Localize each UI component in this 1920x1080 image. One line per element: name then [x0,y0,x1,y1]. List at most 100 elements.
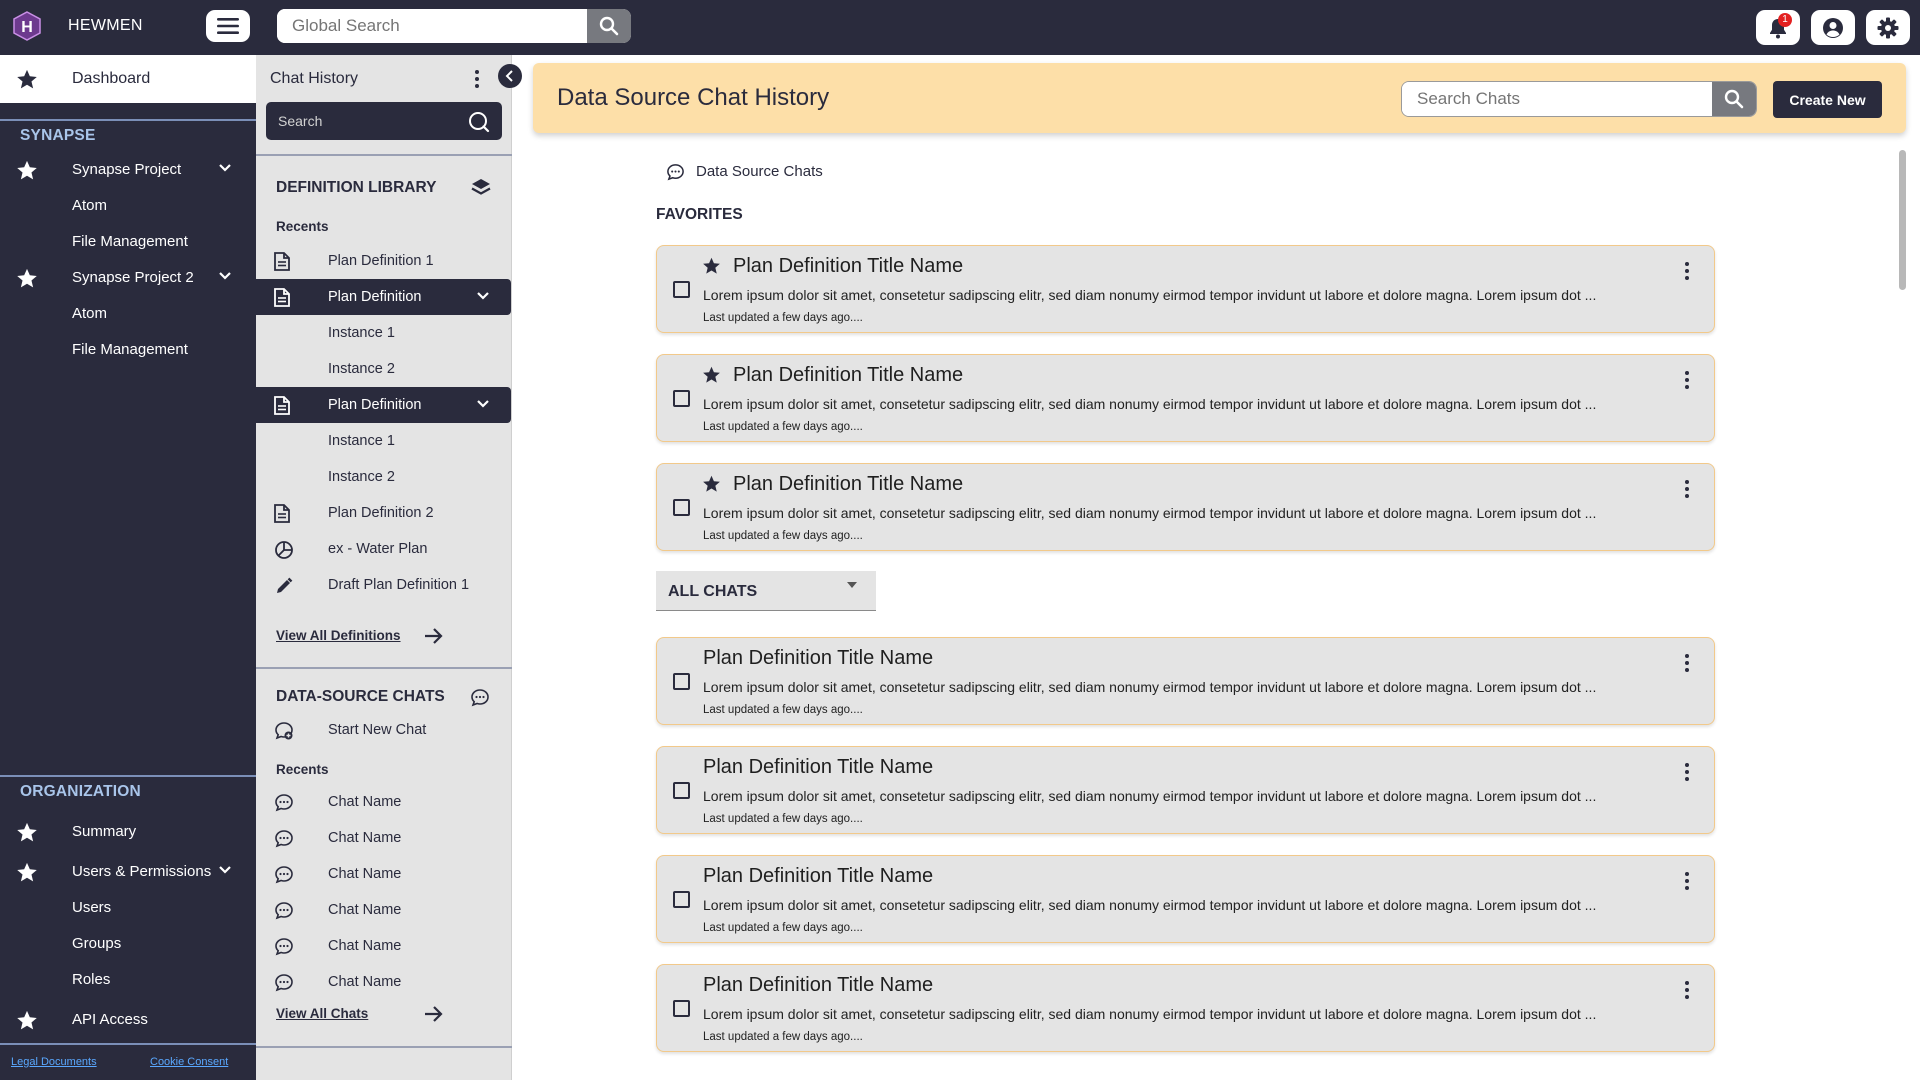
nav-item-roles[interactable]: Roles [0,965,256,995]
select-checkbox[interactable] [673,782,690,799]
chat-card[interactable]: Plan Definition Title Name Lorem ipsum d… [656,746,1715,834]
chat-item[interactable]: Chat Name [256,820,512,856]
divider [0,775,256,777]
panel-search-input[interactable] [266,102,461,140]
nav-item-atom[interactable]: Atom [0,191,256,221]
collapse-panel-button[interactable] [498,64,522,88]
nav-item-file-management-2[interactable]: File Management [0,335,256,365]
chat-label: Chat Name [328,794,402,810]
nav-item-dashboard[interactable]: Dashboard [0,55,256,103]
chat-item[interactable]: Chat Name [256,856,512,892]
chat-title: Plan Definition Title Name [733,255,964,277]
menu-button[interactable] [206,10,250,42]
chat-item[interactable]: Chat Name [256,964,512,1000]
star-icon[interactable] [702,366,721,384]
favorite-chat-card[interactable]: Plan Definition Title Name Lorem ipsum d… [656,463,1715,551]
nav-item-atom-2[interactable]: Atom [0,299,256,329]
nav-item-api-access[interactable]: API Access [0,1005,256,1035]
chevron-down-icon[interactable] [218,271,232,281]
instance-item[interactable]: Instance 1 [256,315,512,351]
instance-item[interactable]: Instance 2 [256,459,512,495]
star-icon[interactable] [702,475,721,493]
select-checkbox[interactable] [673,891,690,908]
view-all-chats-link[interactable]: View All Chats [276,1006,368,1021]
chat-label: Chat Name [328,902,402,918]
definition-item[interactable]: ex - Water Plan [256,531,512,567]
chevron-down-icon[interactable] [476,399,490,409]
more-options-icon[interactable] [1684,369,1690,391]
chat-item[interactable]: Chat Name [256,892,512,928]
chat-search-button[interactable] [1712,82,1756,116]
select-checkbox[interactable] [673,1000,690,1017]
chat-title: Plan Definition Title Name [703,865,934,887]
definition-item-active[interactable]: Plan Definition [256,279,511,315]
more-options-icon[interactable] [1684,979,1690,1001]
more-options-icon[interactable] [1684,870,1690,892]
nav-item-synapse-project[interactable]: Synapse Project [0,155,256,185]
select-checkbox[interactable] [673,499,690,516]
nav-item-summary[interactable]: Summary [0,817,256,847]
nav-item-users-permissions[interactable]: Users & Permissions [0,857,256,887]
view-all-definitions-link[interactable]: View All Definitions [276,628,401,643]
document-icon [274,504,290,523]
svg-text:H: H [21,19,33,36]
global-search-input[interactable] [277,9,587,43]
settings-button[interactable] [1866,10,1910,45]
chat-bubble-icon [275,830,293,848]
cookie-consent-link[interactable]: Cookie Consent [150,1056,228,1068]
document-icon [274,396,290,415]
chat-search-input[interactable] [1402,82,1712,116]
recents-label: Recents [276,762,329,777]
chevron-down-icon[interactable] [476,291,490,301]
nav-item-users[interactable]: Users [0,893,256,923]
chevron-down-icon[interactable] [218,163,232,173]
search-icon[interactable] [468,111,490,133]
more-options-icon[interactable] [1684,652,1690,674]
definition-label: ex - Water Plan [328,541,428,557]
definition-item[interactable]: Plan Definition 2 [256,495,512,531]
instance-item[interactable]: Instance 2 [256,351,512,387]
definition-item-active[interactable]: Plan Definition [256,387,511,423]
more-options-icon[interactable] [1684,478,1690,500]
select-checkbox[interactable] [673,673,690,690]
section-synapse: SYNAPSE [20,127,96,144]
arrow-right-icon[interactable] [424,1005,444,1023]
chat-description: Lorem ipsum dolor sit amet, consetetur s… [703,1006,1597,1022]
select-checkbox[interactable] [673,390,690,407]
more-options-icon[interactable] [1684,260,1690,282]
account-button[interactable] [1811,10,1855,45]
chat-updated: Last updated a few days ago.... [703,922,863,934]
nav-item-groups[interactable]: Groups [0,929,256,959]
hewmen-logo-icon[interactable]: H [12,11,42,41]
all-chats-dropdown[interactable]: ALL CHATS [656,571,876,611]
chat-bubble-icon [275,866,293,884]
favorite-chat-card[interactable]: Plan Definition Title Name Lorem ipsum d… [656,245,1715,333]
nav-item-file-management[interactable]: File Management [0,227,256,257]
create-new-button[interactable]: Create New [1773,81,1882,118]
legal-documents-link[interactable]: Legal Documents [11,1056,97,1068]
nav-item-synapse-project-2[interactable]: Synapse Project 2 [0,263,256,293]
definition-item[interactable]: Plan Definition 1 [256,243,512,279]
chat-card[interactable]: Plan Definition Title Name Lorem ipsum d… [656,964,1715,1052]
notifications-button[interactable]: 1 [1756,10,1800,45]
select-checkbox[interactable] [673,281,690,298]
chat-item[interactable]: Chat Name [256,784,512,820]
favorite-chat-card[interactable]: Plan Definition Title Name Lorem ipsum d… [656,354,1715,442]
instance-item[interactable]: Instance 1 [256,423,512,459]
arrow-right-icon[interactable] [424,627,444,645]
chat-bubble-icon [471,689,489,707]
star-icon[interactable] [702,257,721,275]
scrollbar-thumb[interactable] [1899,150,1906,290]
more-options-icon[interactable] [1684,761,1690,783]
data-source-chats-heading: DATA-SOURCE CHATS [276,688,445,705]
global-search-button[interactable] [587,9,631,43]
chat-item[interactable]: Chat Name [256,928,512,964]
definition-item[interactable]: Draft Plan Definition 1 [256,567,512,603]
start-new-chat-button[interactable]: Start New Chat [256,712,512,748]
chat-card[interactable]: Plan Definition Title Name Lorem ipsum d… [656,855,1715,943]
chat-card[interactable]: Plan Definition Title Name Lorem ipsum d… [656,637,1715,725]
star-icon [17,1010,37,1030]
nav-item-label: File Management [72,233,188,250]
chevron-down-icon[interactable] [218,865,232,875]
more-options-icon[interactable] [474,68,480,90]
